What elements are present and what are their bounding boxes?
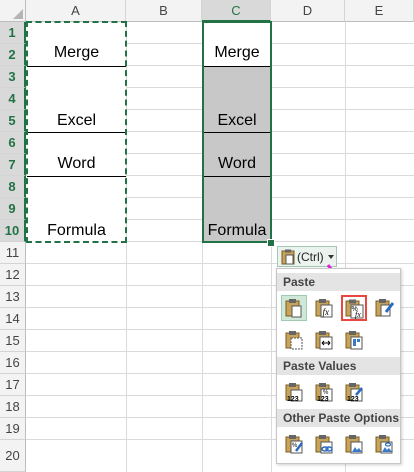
row-header[interactable]: 14: [0, 308, 26, 330]
column-header-a[interactable]: A: [26, 0, 126, 22]
paste-link-icon: [315, 435, 333, 454]
row-header[interactable]: 10: [0, 220, 26, 242]
row-header[interactable]: 4: [0, 88, 26, 110]
fx-glyph: fx: [323, 307, 330, 317]
row-header[interactable]: 8: [0, 176, 26, 198]
values-number-formatting-button[interactable]: % 123: [311, 379, 337, 405]
keep-source-formatting-icon: [375, 299, 394, 317]
paste-formulas-icon: fx: [315, 299, 333, 318]
row-header[interactable]: 13: [0, 286, 26, 308]
row-header[interactable]: 12: [0, 264, 26, 286]
row-header[interactable]: 18: [0, 396, 26, 418]
row-header[interactable]: 16: [0, 352, 26, 374]
paste-options-menu: Paste fx % fx Paste Values 123 % 123 123…: [276, 268, 401, 464]
row-header[interactable]: 11: [0, 242, 26, 264]
copy-marquee: [26, 21, 127, 243]
row-header[interactable]: 20: [0, 440, 26, 472]
row-header[interactable]: 2: [0, 44, 26, 66]
menu-section-other-paste-options: Other Paste Options: [277, 409, 400, 427]
paste-values-button[interactable]: 123: [281, 379, 307, 405]
formatting-button[interactable]: %: [281, 431, 307, 457]
transpose-button[interactable]: [341, 327, 367, 353]
row-header[interactable]: 5: [0, 110, 26, 132]
row-header[interactable]: 3: [0, 66, 26, 88]
paste-formulas-button[interactable]: fx: [311, 295, 337, 321]
menu-section-paste-values: Paste Values: [277, 357, 400, 375]
row-header[interactable]: 6: [0, 132, 26, 154]
row-header[interactable]: 19: [0, 418, 26, 440]
values-number-format-icon: % 123: [315, 383, 333, 402]
values-badge: 123: [317, 396, 329, 402]
keep-column-widths-button[interactable]: [311, 327, 337, 353]
formatting-icon: %: [285, 435, 303, 454]
row-header[interactable]: 17: [0, 374, 26, 396]
paste-button[interactable]: [281, 295, 307, 321]
paste-options-label: (Ctrl): [297, 249, 324, 264]
selection-border: [202, 21, 272, 243]
select-all-corner[interactable]: [0, 0, 26, 22]
fx-glyph: fx: [355, 310, 361, 319]
column-header-b[interactable]: B: [126, 0, 202, 22]
no-borders-icon: [285, 331, 303, 350]
column-header-c[interactable]: C: [202, 0, 271, 22]
values-source-formatting-button[interactable]: 123: [341, 379, 367, 405]
row-header[interactable]: 15: [0, 330, 26, 352]
row-header[interactable]: 9: [0, 198, 26, 220]
linked-picture-icon: [375, 435, 393, 454]
paste-link-button[interactable]: [311, 431, 337, 457]
values-badge: 123: [287, 396, 299, 402]
paste-icon: [285, 299, 302, 318]
fill-handle[interactable]: [267, 239, 275, 247]
row-header[interactable]: 1: [0, 22, 26, 44]
menu-section-paste: Paste: [277, 273, 400, 291]
column-header-e[interactable]: E: [345, 0, 414, 22]
picture-button[interactable]: [341, 431, 367, 457]
paste-formulas-number-format-icon: % fx: [345, 299, 364, 319]
column-header-d[interactable]: D: [271, 0, 345, 22]
spreadsheet: A B C D E 1 2 3 4 5 6 7 8 9 10 11 12 13 …: [0, 0, 414, 472]
no-borders-button[interactable]: [281, 327, 307, 353]
values-source-formatting-icon: 123: [345, 383, 363, 402]
clipboard-icon: [281, 249, 295, 264]
keep-source-formatting-button[interactable]: [371, 295, 397, 321]
values-badge: 123: [347, 396, 359, 402]
keep-column-widths-icon: [315, 331, 333, 350]
linked-picture-button[interactable]: [371, 431, 397, 457]
transpose-icon: [345, 331, 363, 350]
picture-icon: [345, 435, 363, 454]
caret-down-icon: [327, 254, 334, 259]
paste-formulas-number-formatting-button[interactable]: % fx: [341, 295, 367, 321]
paste-values-icon: 123: [285, 383, 303, 402]
row-header[interactable]: 7: [0, 154, 26, 176]
